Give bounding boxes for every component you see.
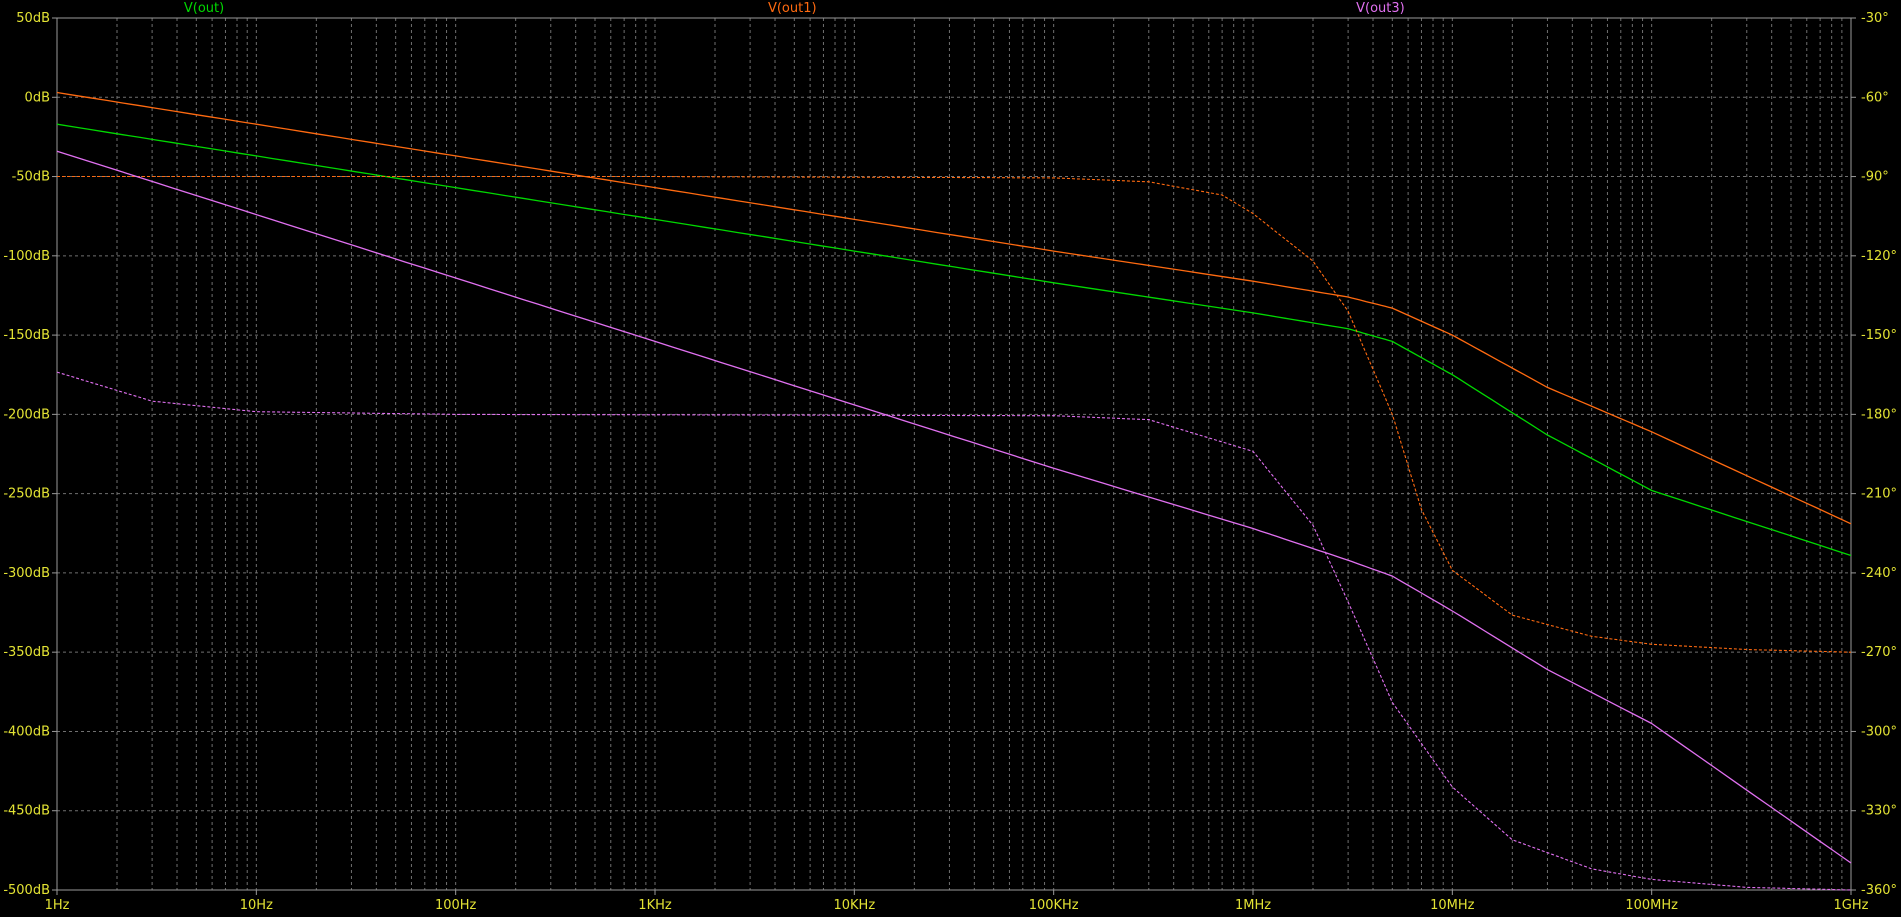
left-y-tick-label: -450dB [3,804,50,819]
left-y-tick-label: -100dB [3,249,50,264]
x-tick-label: 1GHz [1834,898,1869,913]
right-y-tick-label: -150° [1861,328,1897,343]
legend-entry-v-out: V(out) [184,1,224,16]
right-y-tick-label: -240° [1861,566,1897,581]
x-tick-label: 100Hz [435,898,477,913]
left-y-tick-label: -500dB [3,883,50,898]
left-y-tick-label: -300dB [3,566,50,581]
right-y-tick-label: -330° [1861,804,1897,819]
x-tick-label: 100MHz [1625,898,1678,913]
right-y-tick-label: -180° [1861,407,1897,422]
x-tick-label: 1Hz [45,898,70,913]
right-y-tick-label: -300° [1861,724,1897,739]
right-y-tick-label: -360° [1861,883,1897,898]
left-y-tick-label: -250dB [3,487,50,502]
x-tick-label: 1KHz [638,898,672,913]
x-tick-label: 10Hz [240,898,273,913]
plot-background [0,0,1901,917]
left-y-tick-label: 50dB [16,11,50,26]
bode-plot: 50dB 0dB -50dB -100dB -150dB -200dB -250dB -300… [0,0,1901,917]
x-tick-label: 1MHz [1235,898,1271,913]
legend-entry-v-out3: V(out3) [1356,1,1405,16]
left-y-tick-label: -200dB [3,407,50,422]
left-y-tick-label: -350dB [3,645,50,660]
left-y-tick-label: -150dB [3,328,50,343]
left-y-tick-label: -50dB [12,170,50,185]
x-tick-label: 10KHz [833,898,875,913]
legend-entry-v-out1: V(out1) [768,1,817,16]
right-y-tick-label: -120° [1861,249,1897,264]
left-y-tick-label: 0dB [25,90,50,105]
x-tick-label: 100KHz [1029,898,1079,913]
right-y-tick-label: -90° [1861,170,1889,185]
x-tick-label: 10MHz [1430,898,1475,913]
right-y-tick-label: -270° [1861,645,1897,660]
left-y-tick-label: -400dB [3,724,50,739]
right-y-tick-label: -60° [1861,90,1889,105]
right-y-tick-label: -210° [1861,487,1897,502]
right-y-tick-label: -30° [1861,11,1889,26]
